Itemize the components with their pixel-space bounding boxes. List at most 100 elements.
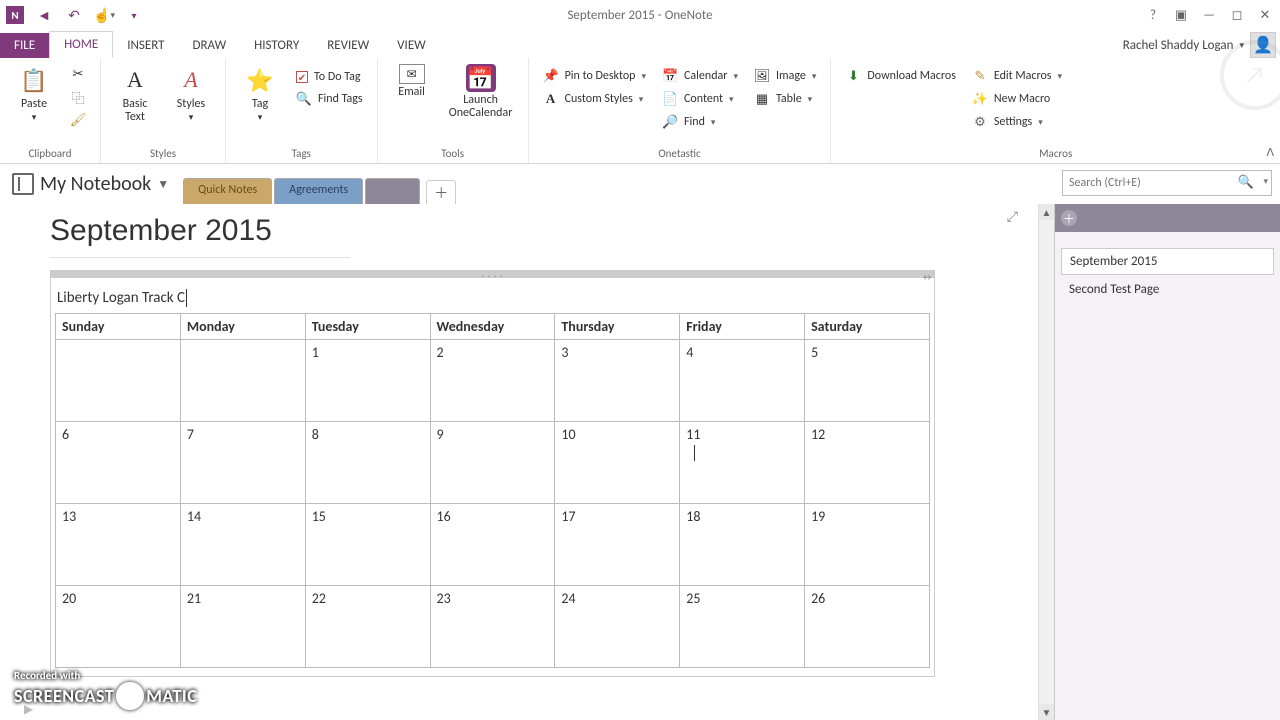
find-icon: 🔎 (662, 114, 678, 130)
tab-file[interactable]: FILE (0, 33, 49, 58)
new-macro-button[interactable]: ✨New Macro (968, 89, 1066, 109)
calendar-day-cell[interactable]: 15 (305, 504, 430, 586)
tab-insert[interactable]: INSERT (113, 33, 178, 58)
settings-button[interactable]: ⚙Settings (968, 112, 1066, 132)
cut-button[interactable]: ✂ (66, 64, 90, 84)
tab-home[interactable]: HOME (49, 31, 113, 58)
calendar-day-cell[interactable]: 23 (430, 586, 555, 668)
calendar-day-cell[interactable]: 16 (430, 504, 555, 586)
calendar-table[interactable]: SundayMondayTuesdayWednesdayThursdayFrid… (55, 313, 930, 668)
minimize-icon[interactable]: — (1200, 6, 1218, 24)
group-label-tools: Tools (386, 146, 520, 161)
page-canvas[interactable]: ⤢ September 2015 ▶ · · · · ↔ Liberty Log… (0, 204, 1038, 720)
format-painter-icon: 🖌 (70, 112, 86, 128)
find-tags-button[interactable]: 🔍Find Tags (292, 89, 367, 109)
calendar-button[interactable]: 📅Calendar (658, 66, 742, 86)
checkbox-icon: ✔ (296, 71, 308, 83)
container-move-grip[interactable]: · · · · (481, 271, 503, 282)
account-area[interactable]: Rachel Shaddy Logan ▾ 👤 (1123, 32, 1280, 58)
tab-draw[interactable]: DRAW (179, 33, 241, 58)
calendar-day-cell[interactable]: 1 (305, 340, 430, 422)
calendar-day-cell[interactable]: 19 (805, 504, 930, 586)
calendar-caption-row[interactable]: Liberty Logan Track C (55, 286, 930, 313)
tag-button[interactable]: ⭐ Tag▾ (234, 62, 286, 126)
ribbon-tab-strip: FILE HOME INSERT DRAW HISTORY REVIEW VIE… (0, 30, 1280, 58)
calendar-week-row: 13141516171819 (56, 504, 930, 586)
expand-page-icon[interactable]: ⤢ (1007, 208, 1018, 225)
section-tab-3[interactable] (365, 178, 420, 204)
add-page-button[interactable]: ＋ (1055, 204, 1280, 232)
group-styles: A Basic Text A Styles▾ Styles (101, 58, 226, 163)
onenote-app-icon: N (6, 6, 24, 24)
basic-text-button[interactable]: A Basic Text (109, 62, 161, 126)
calendar-day-cell[interactable]: 11 (680, 422, 805, 504)
calendar-day-cell[interactable]: 25 (680, 586, 805, 668)
touch-mode-icon[interactable]: ☝ (94, 5, 114, 25)
styles-button[interactable]: A Styles▾ (165, 62, 217, 126)
email-button[interactable]: ✉ Email (386, 62, 438, 101)
calendar-day-cell[interactable]: 21 (180, 586, 305, 668)
pin-desktop-button[interactable]: 📌Pin to Desktop (539, 66, 650, 86)
calendar-day-cell[interactable]: 10 (555, 422, 680, 504)
calendar-day-cell[interactable]: 14 (180, 504, 305, 586)
page-title[interactable]: September 2015 (50, 214, 1028, 248)
help-icon[interactable]: ? (1144, 6, 1162, 24)
maximize-icon[interactable]: ◻ (1228, 6, 1246, 24)
paste-button[interactable]: 📋 Paste▾ (8, 62, 60, 126)
scroll-up-icon[interactable]: ▲ (1039, 204, 1054, 220)
tab-view[interactable]: VIEW (383, 33, 440, 58)
calendar-day-cell[interactable]: 22 (305, 586, 430, 668)
calendar-day-cell[interactable]: 17 (555, 504, 680, 586)
collapse-ribbon-icon[interactable]: ᐱ (1266, 146, 1274, 159)
close-icon[interactable]: ✕ (1256, 6, 1274, 24)
section-tab-2[interactable]: Agreements (274, 178, 363, 204)
vertical-scrollbar[interactable]: ▲ ▼ (1038, 204, 1054, 720)
launch-onecalendar-button[interactable]: 📅 Launch OneCalendar (442, 62, 520, 122)
calendar-day-cell[interactable]: 13 (56, 504, 181, 586)
image-button[interactable]: 🖼Image (750, 66, 820, 86)
calendar-day-cell[interactable]: 20 (56, 586, 181, 668)
note-container[interactable]: · · · · ↔ Liberty Logan Track C SundayMo… (50, 270, 935, 677)
calendar-day-cell[interactable]: 3 (555, 340, 680, 422)
calendar-day-cell[interactable]: 7 (180, 422, 305, 504)
calendar-day-cell[interactable]: 5 (805, 340, 930, 422)
format-painter-button[interactable]: 🖌 (66, 110, 90, 130)
container-resize-handle[interactable]: ↔ (921, 272, 932, 283)
calendar-day-cell[interactable]: 18 (680, 504, 805, 586)
calendar-day-cell[interactable]: 6 (56, 422, 181, 504)
search-scope-dropdown-icon[interactable]: ▾ (1263, 176, 1268, 187)
back-icon[interactable]: ◄ (34, 5, 54, 25)
calendar-day-cell[interactable]: 12 (805, 422, 930, 504)
calendar-day-cell[interactable]: 8 (305, 422, 430, 504)
calendar-day-cell[interactable] (180, 340, 305, 422)
text-caret (186, 289, 187, 307)
calendar-day-cell[interactable]: 26 (805, 586, 930, 668)
calendar-day-cell[interactable]: 24 (555, 586, 680, 668)
calendar-day-cell[interactable]: 9 (430, 422, 555, 504)
undo-icon[interactable]: ↶ (64, 5, 84, 25)
notebook-selector[interactable]: My Notebook ▼ (8, 168, 177, 204)
page-list-item[interactable]: September 2015 (1061, 248, 1274, 275)
find-button[interactable]: 🔎Find (658, 112, 742, 132)
search-box[interactable]: 🔍 ▾ (1062, 170, 1272, 196)
calendar-day-cell[interactable]: 2 (430, 340, 555, 422)
todo-tag-button[interactable]: ✔To Do Tag (292, 68, 367, 86)
scroll-down-icon[interactable]: ▼ (1039, 704, 1054, 720)
qat-customize-icon[interactable]: ▾ (124, 5, 144, 25)
content-button[interactable]: 📄Content (658, 89, 742, 109)
tab-history[interactable]: HISTORY (240, 33, 313, 58)
custom-styles-button[interactable]: ACustom Styles (539, 89, 650, 109)
copy-button[interactable]: ⿻ (66, 87, 90, 107)
calendar-day-cell[interactable] (56, 340, 181, 422)
tab-review[interactable]: REVIEW (313, 33, 383, 58)
section-tab-1[interactable]: Quick Notes (183, 178, 272, 204)
cut-icon: ✂ (70, 66, 86, 82)
fullscreen-toggle-icon[interactable]: ▣ (1172, 6, 1190, 24)
title-bar: N ◄ ↶ ☝ ▾ September 2015 - OneNote ? ▣ —… (0, 0, 1280, 30)
calendar-day-cell[interactable]: 4 (680, 340, 805, 422)
edit-macros-button[interactable]: ✎Edit Macros (968, 66, 1066, 86)
table-button[interactable]: ▦Table (750, 89, 820, 109)
add-section-button[interactable]: ＋ (426, 180, 456, 204)
download-macros-button[interactable]: ⬇Download Macros (841, 66, 960, 86)
page-list-item[interactable]: Second Test Page (1061, 277, 1274, 302)
